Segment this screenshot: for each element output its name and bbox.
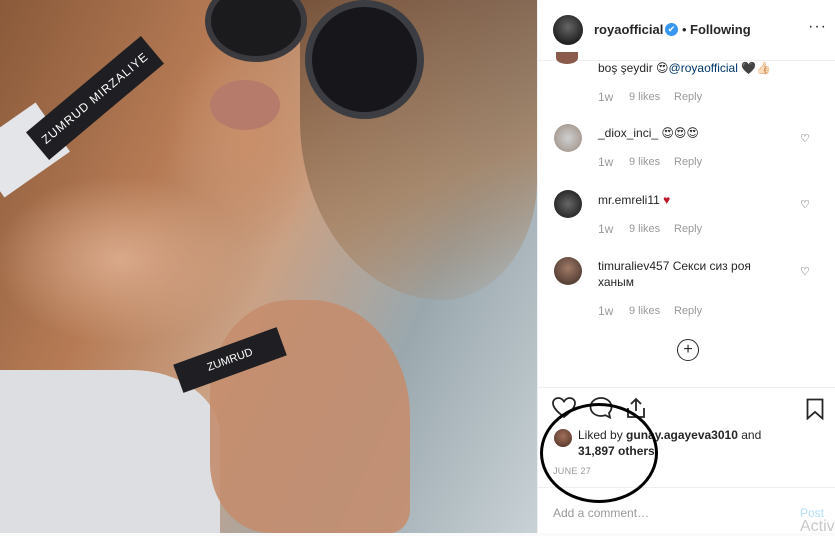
following-button[interactable]: Following: [690, 22, 751, 37]
photo-lips: [210, 80, 280, 130]
photo-hand: [210, 300, 410, 533]
comment-age[interactable]: 1w: [598, 90, 613, 104]
comment-username[interactable]: mr.emreli11: [598, 193, 660, 207]
author-username[interactable]: royaofficial: [594, 22, 663, 37]
post-photo[interactable]: ZUMRUD MIRZALIYE ZUMRUD: [0, 0, 537, 533]
comment-likes[interactable]: 9 likes: [629, 156, 660, 168]
comment-body: Секси сиз роя: [672, 259, 751, 273]
comment-likes[interactable]: 9 likes: [629, 223, 660, 235]
comment-likes[interactable]: 9 likes: [629, 305, 660, 317]
comment-text: timuraliev457 Секси сиз роя: [598, 259, 751, 273]
photo-strap-logo: ZUMRUD MIRZALIYE: [25, 36, 165, 160]
comment-text: boş şeydir 😍@royaofficial 🖤👍🏻: [598, 61, 771, 75]
load-more-comments-icon[interactable]: +: [677, 339, 699, 361]
annotation-circle: [540, 403, 658, 503]
comment-avatar[interactable]: [554, 124, 582, 152]
comment-reply[interactable]: Reply: [674, 91, 702, 103]
comment-body: 😍😍😍: [661, 126, 699, 140]
bookmark-icon[interactable]: [806, 398, 824, 420]
photo-swimsuit: [0, 370, 220, 533]
comment-username[interactable]: timuraliev457: [598, 259, 669, 273]
photo-glasses-right: [305, 0, 424, 119]
author-avatar[interactable]: [553, 15, 583, 45]
comment-emoji: 🖤👍🏻: [741, 61, 772, 75]
windows-activation-watermark: Activ: [800, 518, 835, 535]
comment-body: boş şeydir 😍: [598, 61, 669, 75]
more-options-icon[interactable]: ···: [808, 18, 827, 36]
post-header: royaofficial ✔ • Following ···: [538, 0, 835, 61]
liked-by-and: and: [737, 428, 762, 442]
comment-reply[interactable]: Reply: [674, 223, 702, 235]
comment-text: mr.emreli11 ♥: [598, 193, 670, 207]
comment-username[interactable]: _diox_inci_: [598, 126, 658, 140]
comment-avatar[interactable]: [554, 190, 582, 218]
comment-like-heart-icon[interactable]: ♡: [800, 265, 810, 278]
verified-badge-icon: ✔: [665, 23, 678, 36]
comment-avatar[interactable]: [556, 52, 578, 64]
comment-avatar[interactable]: [554, 257, 582, 285]
comment-likes[interactable]: 9 likes: [629, 91, 660, 103]
comment-text: _diox_inci_ 😍😍😍: [598, 126, 699, 140]
comment-text-line2: ханым: [598, 275, 635, 289]
comment-age[interactable]: 1w: [598, 222, 613, 236]
comment-body: ♥: [663, 193, 671, 207]
add-comment-input[interactable]: Add a comment…: [553, 506, 649, 520]
comment-age[interactable]: 1w: [598, 155, 613, 169]
photo-glasses-left: [205, 0, 307, 62]
comment-mention[interactable]: @royaofficial: [669, 61, 738, 75]
comment-reply[interactable]: Reply: [674, 156, 702, 168]
header-separator: •: [682, 22, 687, 37]
comment-like-heart-icon[interactable]: ♡: [800, 198, 810, 211]
comment-reply[interactable]: Reply: [674, 305, 702, 317]
comment-age[interactable]: 1w: [598, 304, 613, 318]
instagram-post-view: ZUMRUD MIRZALIYE ZUMRUD royaofficial ✔ •…: [0, 0, 835, 535]
comment-like-heart-icon[interactable]: ♡: [800, 132, 810, 145]
